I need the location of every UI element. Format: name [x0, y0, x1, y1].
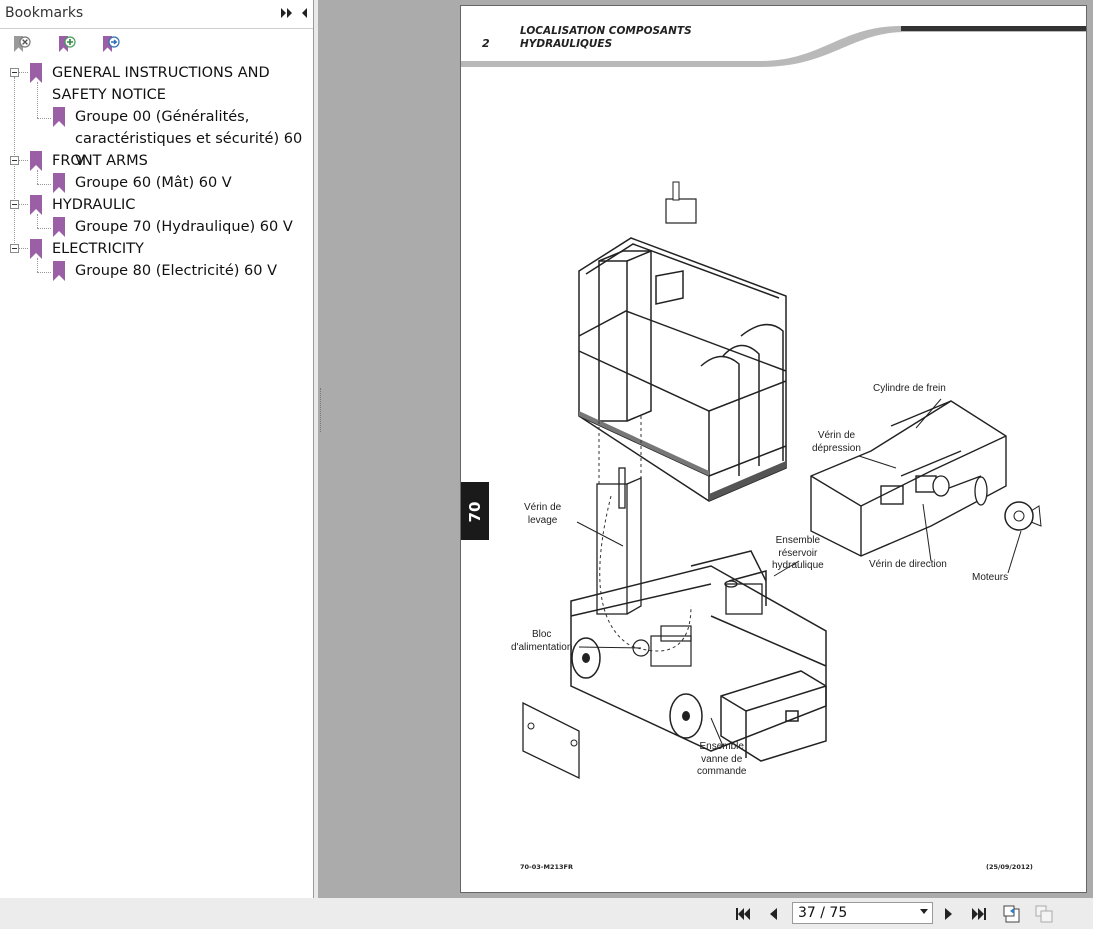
label-moteurs: Moteurs: [972, 572, 1009, 583]
bookmark-label: ELECTRICITY: [52, 241, 144, 257]
bookmark-label: Groupe 00 (Généralités,: [75, 109, 250, 125]
label-ensemble-reservoir: Ensemble réservoir hydraulique: [772, 535, 824, 571]
two-page-view-icon[interactable]: [1034, 904, 1054, 924]
page-number-field[interactable]: 37 / 75: [792, 902, 933, 924]
page-number: 2: [482, 37, 490, 50]
collapse-panel-icon[interactable]: [299, 7, 309, 19]
goto-bookmark-icon[interactable]: [99, 33, 121, 55]
bookmarks-title: Bookmarks: [5, 5, 84, 21]
hydraulic-components-diagram: [461, 26, 1086, 780]
label-ensemble-vanne: Ensemble vanne de commande: [697, 741, 747, 777]
last-page-icon[interactable]: [970, 905, 988, 923]
bookmark-label: GENERAL INSTRUCTIONS AND: [52, 65, 270, 81]
bookmarks-toolbar: [0, 29, 313, 59]
bookmark-label: Groupe 80 (Electricité) 60 V: [75, 263, 278, 279]
bookmark-icon: [30, 63, 42, 83]
bookmark-icon: [30, 151, 42, 171]
bookmark-label: FRONT ARMS: [52, 153, 148, 169]
label-verin-direction: Vérin de direction: [869, 559, 947, 570]
collapse-toggle-icon[interactable]: [10, 200, 19, 209]
label-verin-depression: Vérin de dépression: [812, 430, 861, 454]
expand-panel-icon[interactable]: [280, 7, 294, 19]
bookmark-label: SAFETY NOTICE: [52, 87, 166, 103]
bookmarks-header: Bookmarks: [0, 0, 313, 29]
collapse-toggle-icon[interactable]: [10, 68, 19, 77]
bookmark-label: HYDRAULIC: [52, 197, 136, 213]
single-page-view-icon[interactable]: [1002, 904, 1022, 924]
label-cylindre-frein: Cylindre de frein: [873, 383, 946, 394]
section-subtitle: HYDRAULIQUES: [520, 38, 613, 50]
chevron-down-icon[interactable]: [920, 909, 928, 914]
bookmark-icon: [53, 107, 65, 127]
add-bookmark-icon[interactable]: [55, 33, 77, 55]
bookmark-icon: [30, 239, 42, 259]
delete-bookmark-icon[interactable]: [10, 33, 32, 55]
bookmark-label: Groupe 70 (Hydraulique) 60 V: [75, 219, 293, 235]
next-page-icon[interactable]: [940, 905, 958, 923]
collapse-toggle-icon[interactable]: [10, 244, 19, 253]
bookmark-icon: [53, 261, 65, 281]
section-title: LOCALISATION COMPOSANTS: [520, 25, 692, 37]
label-verin-levage: Vérin de levage: [524, 502, 562, 526]
document-reference: 70-03-M213FR: [520, 863, 573, 871]
bookmark-icon: [30, 195, 42, 215]
bookmark-icon: [53, 173, 65, 193]
page-navigation-bar: 37 / 75: [0, 898, 1093, 929]
document-date: (25/09/2012): [986, 863, 1033, 871]
chapter-tab-label: 70: [466, 501, 484, 523]
previous-page-icon[interactable]: [764, 905, 782, 923]
document-page: 2 LOCALISATION COMPOSANTS HYDRAULIQUES 7…: [460, 5, 1087, 893]
bookmarks-panel: Bookmarks GENERAL INSTRUCTIONS AND SAFET…: [0, 0, 314, 898]
splitter-grip[interactable]: [320, 388, 323, 432]
panel-splitter[interactable]: [314, 0, 318, 898]
first-page-icon[interactable]: [734, 905, 752, 923]
collapse-toggle-icon[interactable]: [10, 156, 19, 165]
bookmark-label: Groupe 60 (Mât) 60 V: [75, 175, 232, 191]
chapter-tab: 70: [461, 482, 489, 540]
bookmark-icon: [53, 217, 65, 237]
page-number-value: 37 / 75: [798, 905, 848, 921]
label-bloc-alimentation: Bloc d'alimentation: [511, 629, 573, 653]
